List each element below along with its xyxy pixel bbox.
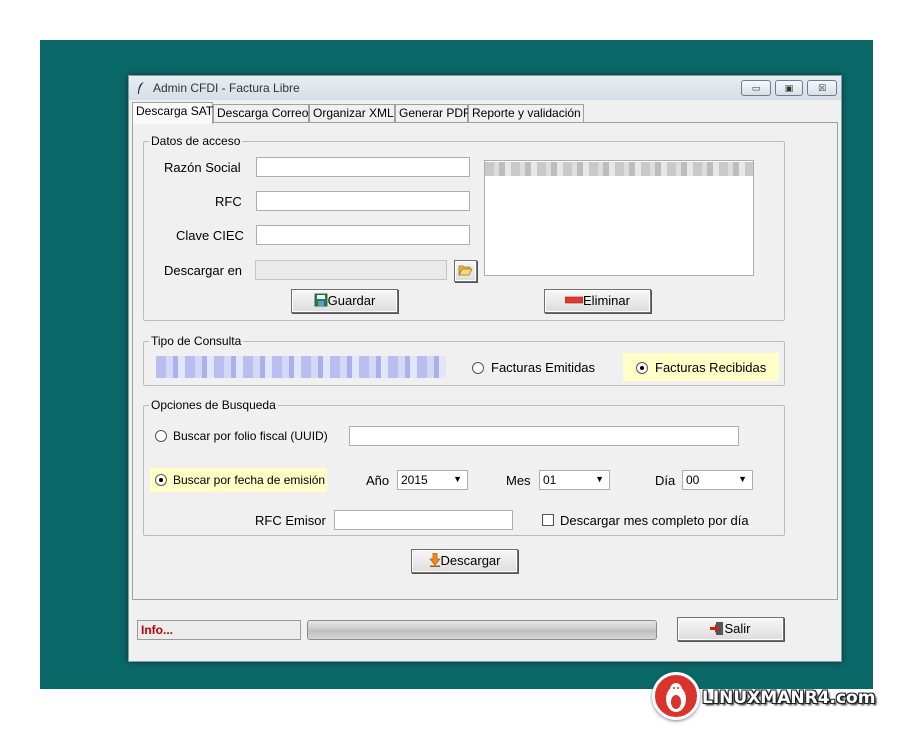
window-title: Admin CFDI - Factura Libre <box>153 81 300 95</box>
dia-value: 00 <box>686 473 700 487</box>
tux-penguin-icon <box>666 683 686 712</box>
mes-label: Mes <box>506 473 531 488</box>
clave-ciec-label: Clave CIEC <box>176 228 244 243</box>
feather-icon <box>138 82 144 94</box>
razon-social-input[interactable] <box>256 157 470 177</box>
descargar-en-label: Descargar en <box>164 263 243 278</box>
group-title-tipo-consulta: Tipo de Consulta <box>149 334 244 348</box>
anio-label: Año <box>366 473 390 488</box>
close-button[interactable]: ☒ <box>807 80 837 96</box>
dia-select[interactable]: 00 ▼ <box>682 470 753 490</box>
maximize-button[interactable]: ▣ <box>775 80 803 96</box>
guardar-button[interactable]: Guardar <box>291 289 398 313</box>
accounts-listbox[interactable] <box>484 160 754 276</box>
tab-panel-descarga-sat: Datos de acceso Razón Social RFC Clave C… <box>132 122 838 600</box>
guardar-label: Guardar <box>327 293 376 308</box>
watermark-text: LINUXMANR4.com <box>702 688 876 708</box>
title-bar[interactable]: Admin CFDI - Factura Libre ▭ ▣ ☒ <box>129 76 841 100</box>
rfc-emisor-label: RFC Emisor <box>255 513 326 528</box>
group-title-datos-acceso: Datos de acceso <box>149 134 243 148</box>
clave-ciec-input[interactable] <box>256 225 470 245</box>
exit-door-icon <box>710 622 724 635</box>
group-tipo-consulta: Tipo de Consulta Facturas Emitidas Factu… <box>143 334 785 386</box>
eliminar-label: Eliminar <box>583 293 630 308</box>
tab-descarga-correo[interactable]: Descarga Correo <box>213 104 309 123</box>
tab-reporte-validacion[interactable]: Reporte y validación <box>468 104 584 123</box>
buscar-fecha-radio[interactable] <box>155 474 167 486</box>
rfc-label: RFC <box>215 194 242 209</box>
chevron-down-icon: ▼ <box>595 474 604 484</box>
tux-logo-badge <box>652 672 700 720</box>
facturas-emitidas-radio[interactable] <box>472 362 484 374</box>
razon-social-label: Razón Social <box>164 160 241 175</box>
mes-select[interactable]: 01 ▼ <box>539 470 610 490</box>
tab-organizar-xml[interactable]: Organizar XML <box>309 104 395 123</box>
descargar-button[interactable]: Descargar <box>411 549 518 573</box>
mes-completo-label[interactable]: Descargar mes completo por día <box>560 513 749 528</box>
minimize-button[interactable]: ▭ <box>741 80 771 96</box>
rfc-input[interactable] <box>256 191 470 211</box>
tab-descarga-sat[interactable]: Descarga SAT <box>132 102 213 124</box>
progress-bar <box>307 620 657 640</box>
group-title-opciones-busqueda: Opciones de Busqueda <box>149 398 278 412</box>
listbox-item-blurred[interactable] <box>485 162 753 176</box>
facturas-recibidas-radio[interactable] <box>636 362 648 374</box>
buscar-folio-label[interactable]: Buscar por folio fiscal (UUID) <box>173 429 328 443</box>
descargar-label: Descargar <box>440 553 501 568</box>
folio-fiscal-input[interactable] <box>349 426 739 446</box>
facturas-emitidas-label[interactable]: Facturas Emitidas <box>491 360 595 375</box>
anio-value: 2015 <box>401 473 428 487</box>
chevron-down-icon: ▼ <box>453 474 462 484</box>
chevron-down-icon: ▼ <box>738 474 747 484</box>
anio-select[interactable]: 2015 ▼ <box>397 470 468 490</box>
group-opciones-busqueda: Opciones de Busqueda Buscar por folio fi… <box>143 398 785 536</box>
info-status-field: Info... <box>137 620 301 640</box>
group-datos-acceso: Datos de acceso Razón Social RFC Clave C… <box>143 134 785 321</box>
mes-value: 01 <box>543 473 557 487</box>
buscar-folio-radio[interactable] <box>155 430 167 442</box>
descargar-en-path <box>255 260 447 280</box>
mes-completo-checkbox[interactable] <box>542 514 554 526</box>
browse-folder-button[interactable] <box>454 260 477 282</box>
delete-icon <box>564 296 584 304</box>
dia-label: Día <box>655 473 676 488</box>
salir-label: Salir <box>724 621 751 636</box>
salir-button[interactable]: Salir <box>677 617 784 641</box>
facturas-recibidas-label[interactable]: Facturas Recibidas <box>655 360 766 375</box>
eliminar-button[interactable]: Eliminar <box>544 289 651 313</box>
rfc-emisor-input[interactable] <box>334 510 513 530</box>
close-icon: ☒ <box>817 83 827 93</box>
blurred-content <box>156 356 446 378</box>
maximize-icon: ▣ <box>784 83 794 93</box>
buscar-fecha-label[interactable]: Buscar por fecha de emisión <box>173 473 325 487</box>
folder-open-icon <box>458 265 473 276</box>
save-icon <box>314 293 328 307</box>
tab-generar-pdf[interactable]: Generar PDF <box>395 104 470 123</box>
minimize-icon: ▭ <box>751 83 761 93</box>
app-window: Admin CFDI - Factura Libre ▭ ▣ ☒ Descarg… <box>128 75 842 662</box>
download-arrow-icon <box>428 552 441 567</box>
